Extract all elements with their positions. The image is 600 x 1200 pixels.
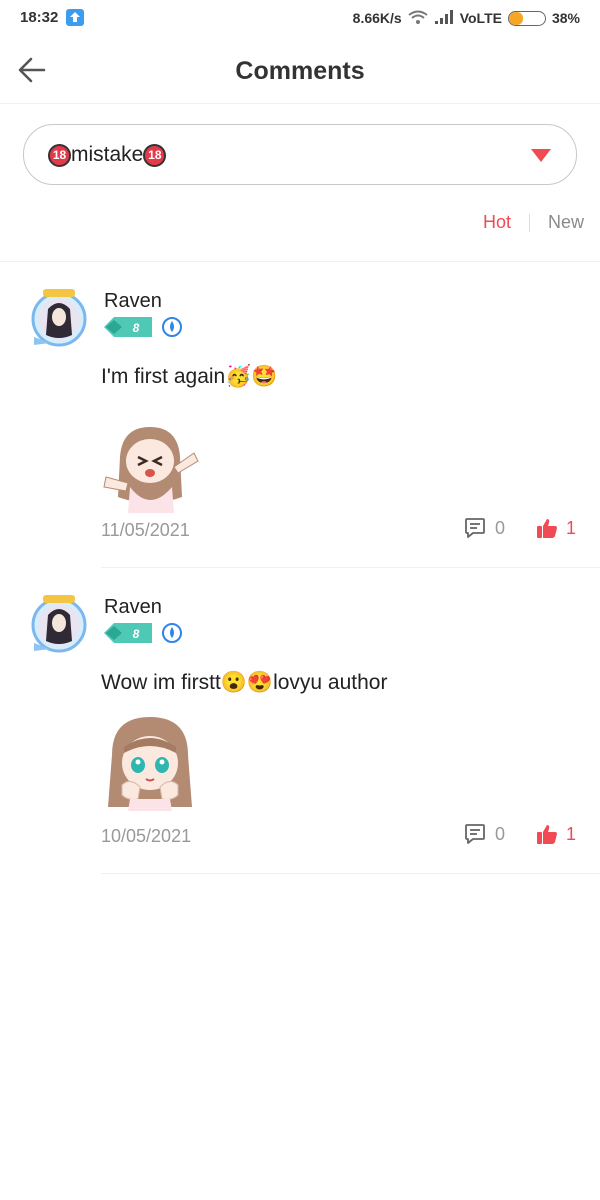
reply-count: 0	[495, 517, 506, 538]
status-time: 18:32	[20, 9, 59, 26]
page-title: Comments	[235, 57, 365, 85]
sort-separator	[528, 213, 530, 232]
reply-button[interactable]: 0	[464, 823, 505, 845]
svg-text:8: 8	[133, 627, 140, 641]
chapter-select-value: 18 mistake 18	[48, 143, 167, 167]
like-count: 1	[566, 823, 577, 844]
droplet-badge-icon	[162, 317, 182, 337]
age-rating-badge: 18	[143, 143, 167, 167]
girl-stretching-sticker	[100, 417, 200, 513]
comment-date: 11/05/2021	[101, 520, 190, 540]
battery-icon	[507, 10, 546, 26]
age-rating-badge: 18	[48, 143, 71, 167]
network-type: VoLTE	[459, 10, 502, 26]
sort-hot-tab[interactable]: Hot	[483, 212, 511, 233]
username[interactable]: Raven	[104, 596, 162, 619]
thumbs-up-icon	[537, 825, 557, 844]
level-badge: 8	[104, 623, 152, 643]
header: Comments	[0, 38, 600, 104]
status-right: 8.66K/s VoLTE 38%	[353, 9, 580, 27]
status-bar: 18:32 8.66K/s VoLTE 38%	[0, 0, 600, 36]
comment-icon	[465, 824, 485, 844]
comment-icon	[465, 518, 485, 538]
droplet-badge-icon	[162, 623, 182, 643]
thumbs-up-icon	[537, 519, 557, 538]
comment-divider	[101, 567, 600, 568]
avatar[interactable]	[26, 593, 92, 655]
comment-text: I'm first again🥳🤩	[101, 365, 278, 388]
girl-cheeks-sticker	[100, 711, 200, 811]
chapter-select-label: mistake	[71, 143, 144, 166]
like-button[interactable]: 1	[536, 517, 576, 539]
signal-icon	[434, 9, 454, 27]
battery-level-fill	[508, 11, 523, 25]
svg-text:8: 8	[133, 321, 140, 335]
level-badge: 8	[104, 317, 152, 337]
like-count: 1	[566, 517, 577, 538]
comment-text: Wow im firstt😮😍lovyu author	[101, 671, 388, 694]
comment-divider	[101, 873, 600, 874]
sort-new-tab[interactable]: New	[548, 212, 584, 233]
like-button[interactable]: 1	[536, 823, 576, 845]
network-speed: 8.66K/s	[352, 10, 402, 26]
wifi-icon	[408, 10, 428, 27]
user-badges: 8	[104, 317, 182, 337]
comment-date: 10/05/2021	[101, 826, 192, 846]
user-badges: 8	[104, 623, 182, 643]
chapter-select[interactable]: 18 mistake 18	[23, 124, 577, 185]
triangle-down-icon	[531, 149, 551, 162]
sort-bar: Hot New	[483, 212, 584, 233]
comment-item: Raven 8 Wow im firstt😮😍lovyu author 10/0…	[0, 593, 600, 875]
upload-icon	[66, 9, 84, 26]
reply-button[interactable]: 0	[464, 517, 505, 539]
reply-count: 0	[495, 823, 506, 844]
battery-percent: 38%	[551, 10, 580, 26]
avatar[interactable]	[26, 287, 92, 349]
comment-item: Raven 8 I'm first again🥳🤩 11/05/2021 0 1	[0, 287, 600, 569]
section-divider	[0, 261, 600, 262]
username[interactable]: Raven	[104, 290, 162, 313]
